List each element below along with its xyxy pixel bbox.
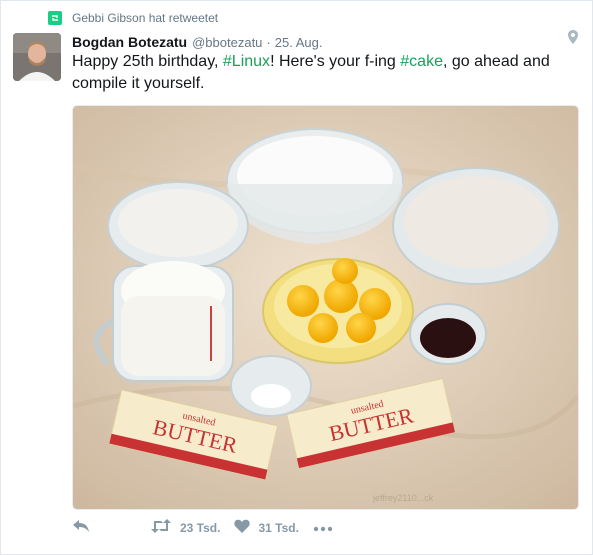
photo-watermark: jeffrey2110...ck bbox=[372, 493, 434, 503]
tweet-header: Bogdan Botezatu @bbotezatu · 25. Aug. bbox=[72, 34, 322, 50]
author-name[interactable]: Bogdan Botezatu bbox=[72, 34, 187, 50]
like-button[interactable]: 31 Tsd. bbox=[234, 519, 299, 536]
like-count: 31 Tsd. bbox=[258, 520, 299, 535]
avatar[interactable] bbox=[13, 33, 61, 81]
location-pin-icon[interactable] bbox=[568, 30, 578, 49]
more-dots-icon bbox=[313, 521, 333, 535]
hashtag-linux[interactable]: #Linux bbox=[223, 53, 270, 70]
retweet-count: 23 Tsd. bbox=[180, 520, 221, 535]
reply-icon bbox=[72, 519, 90, 536]
retweet-context-text[interactable]: Gebbi Gibson hat retweetet bbox=[72, 11, 218, 25]
tweet-card[interactable]: Gebbi Gibson hat retweetet Bogdan Boteza… bbox=[0, 0, 593, 555]
retweet-icon bbox=[48, 11, 62, 25]
tweet-text-part: ! Here's your f-ing bbox=[270, 53, 401, 70]
reply-button[interactable] bbox=[72, 519, 90, 536]
separator-dot: · bbox=[266, 35, 271, 50]
tweet-date[interactable]: 25. Aug. bbox=[275, 35, 323, 50]
more-options-button[interactable] bbox=[313, 521, 333, 535]
retweet-icon bbox=[150, 519, 172, 536]
tweet-actions: 23 Tsd. 31 Tsd. bbox=[72, 519, 333, 536]
tweet-photo[interactable]: BUTTER unsalted BUTTER unsalted jeffrey2… bbox=[72, 105, 579, 510]
retweet-button[interactable]: 23 Tsd. bbox=[150, 519, 220, 536]
tweet-text-part: Happy 25th birthday, bbox=[72, 53, 223, 70]
author-handle[interactable]: @bbotezatu bbox=[192, 35, 262, 50]
tweet-text: Happy 25th birthday, #Linux! Here's your… bbox=[72, 51, 572, 95]
hashtag-cake[interactable]: #cake bbox=[400, 53, 443, 70]
retweet-context: Gebbi Gibson hat retweetet bbox=[48, 11, 218, 25]
heart-icon bbox=[234, 519, 251, 536]
